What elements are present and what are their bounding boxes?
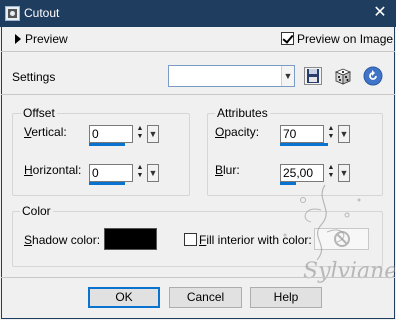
separator <box>1 277 395 278</box>
separator <box>1 51 395 52</box>
cancel-button[interactable]: Cancel <box>169 287 242 308</box>
title-bar <box>0 0 396 27</box>
preview-on-image-checkbox[interactable] <box>281 32 294 45</box>
expand-arrow-icon[interactable] <box>14 34 22 44</box>
random-dice-icon[interactable] <box>333 66 353 86</box>
settings-combo[interactable] <box>168 65 295 87</box>
chevron-down-icon[interactable]: ▼ <box>147 125 159 143</box>
offset-group-title: Offset <box>21 106 57 120</box>
horizontal-slider-bar[interactable] <box>89 182 125 185</box>
opacity-spin-arrows[interactable]: ▲ ▼ <box>325 125 337 143</box>
preview-on-image-label: Preview on Image <box>297 32 394 46</box>
preview-expander[interactable]: Preview <box>25 32 68 46</box>
horizontal-spin-arrows[interactable]: ▲ ▼ <box>134 164 146 182</box>
reset-icon[interactable] <box>363 66 383 86</box>
separator <box>1 94 395 95</box>
cutout-app-icon <box>5 6 20 21</box>
close-icon[interactable]: ✕ <box>368 1 392 25</box>
watermark-logo: Sylviane <box>283 184 395 284</box>
shadow-color-label: Shadow color: <box>24 233 101 247</box>
chevron-down-icon[interactable]: ▼ <box>281 66 294 86</box>
attributes-group-title: Attributes <box>215 106 270 120</box>
opacity-label: Opacity: <box>215 125 260 139</box>
vertical-slider-bar[interactable] <box>89 143 125 146</box>
help-button[interactable]: Help <box>250 287 322 308</box>
watermark-text: Sylviane <box>303 259 395 284</box>
settings-label: Settings <box>12 70 56 84</box>
color-group-title: Color <box>20 204 53 218</box>
save-preset-icon[interactable] <box>303 66 323 86</box>
vertical-label: Vertical: <box>24 125 67 139</box>
ok-button[interactable]: OK <box>88 287 160 308</box>
vertical-spin-arrows[interactable]: ▲ ▼ <box>134 125 146 143</box>
chevron-down-icon[interactable]: ▼ <box>338 125 350 143</box>
shadow-color-swatch[interactable] <box>104 228 157 250</box>
chevron-down-icon[interactable]: ▼ <box>147 164 159 182</box>
fill-interior-checkbox[interactable] <box>184 233 197 246</box>
horizontal-label: Horizontal: <box>24 163 82 177</box>
vertical-input[interactable]: 0 <box>89 125 133 143</box>
window-title: Cutout <box>24 6 60 20</box>
opacity-slider-bar[interactable] <box>280 143 328 146</box>
blur-label: Blur: <box>215 163 240 177</box>
opacity-input[interactable]: 70 <box>280 125 324 143</box>
horizontal-input[interactable]: 0 <box>89 164 133 182</box>
